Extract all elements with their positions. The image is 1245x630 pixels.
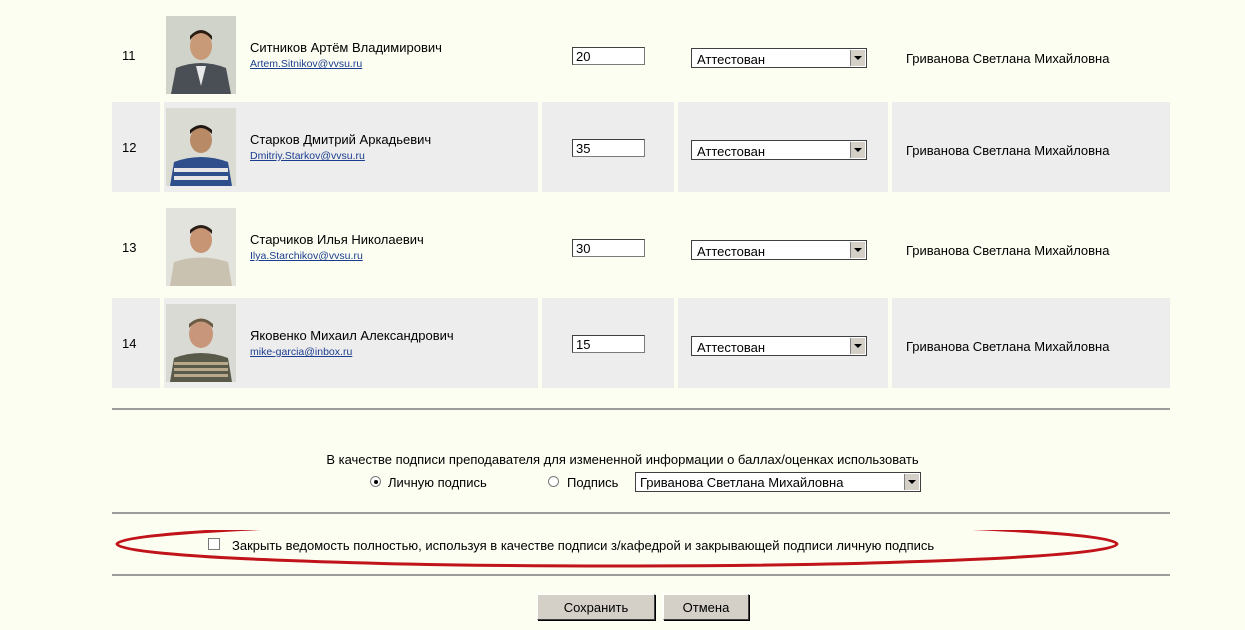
teacher-name: Гриванова Светлана Михайловна — [906, 339, 1110, 354]
signature-prompt: В качестве подписи преподавателя для изм… — [326, 452, 919, 467]
chevron-down-icon[interactable] — [850, 338, 865, 354]
signer-select-value: Гриванова Светлана Михайловна — [640, 475, 844, 490]
status-select[interactable]: Аттестован — [691, 240, 867, 260]
score-input[interactable] — [572, 335, 645, 353]
score-input[interactable] — [572, 47, 645, 65]
teacher-name: Гриванова Светлана Михайловна — [906, 143, 1110, 158]
student-name: Старков Дмитрий Аркадьевич — [250, 132, 432, 147]
status-select-value: Аттестован — [697, 144, 766, 159]
personal-signature-label: Личную подпись — [388, 475, 487, 490]
student-email-link[interactable]: Artem.Sitnikov@vvsu.ru — [250, 58, 442, 70]
student-email-link[interactable]: Dmitriy.Starkov@vvsu.ru — [250, 150, 431, 162]
named-signature-label: Подпись — [567, 475, 619, 490]
divider — [112, 408, 1170, 410]
status-select-value: Аттестован — [697, 244, 766, 259]
student-photo — [166, 208, 236, 286]
chevron-down-icon[interactable] — [850, 50, 865, 66]
personal-signature-radio[interactable] — [370, 476, 381, 487]
status-select[interactable]: Аттестован — [691, 336, 867, 356]
close-statement-checkbox[interactable] — [208, 538, 220, 550]
student-photo — [166, 16, 236, 94]
status-select-value: Аттестован — [697, 340, 766, 355]
close-statement-label: Закрыть ведомость полностью, используя в… — [232, 538, 935, 553]
status-select[interactable]: Аттестован — [691, 48, 867, 68]
table-row: 11 Ситников Артём Владимирович Artem.Sit… — [112, 10, 1170, 100]
row-number: 12 — [122, 140, 137, 155]
score-input[interactable] — [572, 239, 645, 257]
teacher-name: Гриванова Светлана Михайловна — [906, 51, 1110, 66]
chevron-down-icon[interactable] — [850, 142, 865, 158]
close-statement-row: Закрыть ведомость полностью, используя в… — [0, 530, 1245, 568]
cancel-button[interactable]: Отмена — [663, 594, 749, 620]
status-select[interactable]: Аттестован — [691, 140, 867, 160]
table-row: 14 Яковенко Михаил Александрович mike-ga… — [112, 298, 1170, 388]
divider — [112, 574, 1170, 576]
signer-select[interactable]: Гриванова Светлана Михайловна — [635, 472, 921, 492]
chevron-down-icon[interactable] — [904, 474, 919, 490]
score-input[interactable] — [572, 139, 645, 157]
divider — [112, 512, 1170, 514]
named-signature-radio[interactable] — [548, 476, 559, 487]
save-button[interactable]: Сохранить — [537, 594, 655, 620]
row-number: 14 — [122, 336, 137, 351]
student-name: Яковенко Михаил Александрович — [250, 328, 454, 343]
student-name: Ситников Артём Владимирович — [250, 40, 442, 55]
table-row: 12 Старков Дмитрий Аркадьевич Dmitriy.St… — [112, 102, 1170, 192]
student-email-link[interactable]: Ilya.Starchikov@vvsu.ru — [250, 250, 424, 262]
student-email-link[interactable]: mike-garcia@inbox.ru — [250, 346, 454, 358]
row-number: 11 — [122, 48, 136, 63]
student-name: Старчиков Илья Николаевич — [250, 232, 424, 247]
chevron-down-icon[interactable] — [850, 242, 865, 258]
student-photo — [166, 304, 236, 382]
row-number: 13 — [122, 240, 137, 255]
student-photo — [166, 108, 236, 186]
status-select-value: Аттестован — [697, 52, 766, 67]
table-row: 13 Старчиков Илья Николаевич Ilya.Starch… — [112, 202, 1170, 292]
teacher-name: Гриванова Светлана Михайловна — [906, 243, 1110, 258]
